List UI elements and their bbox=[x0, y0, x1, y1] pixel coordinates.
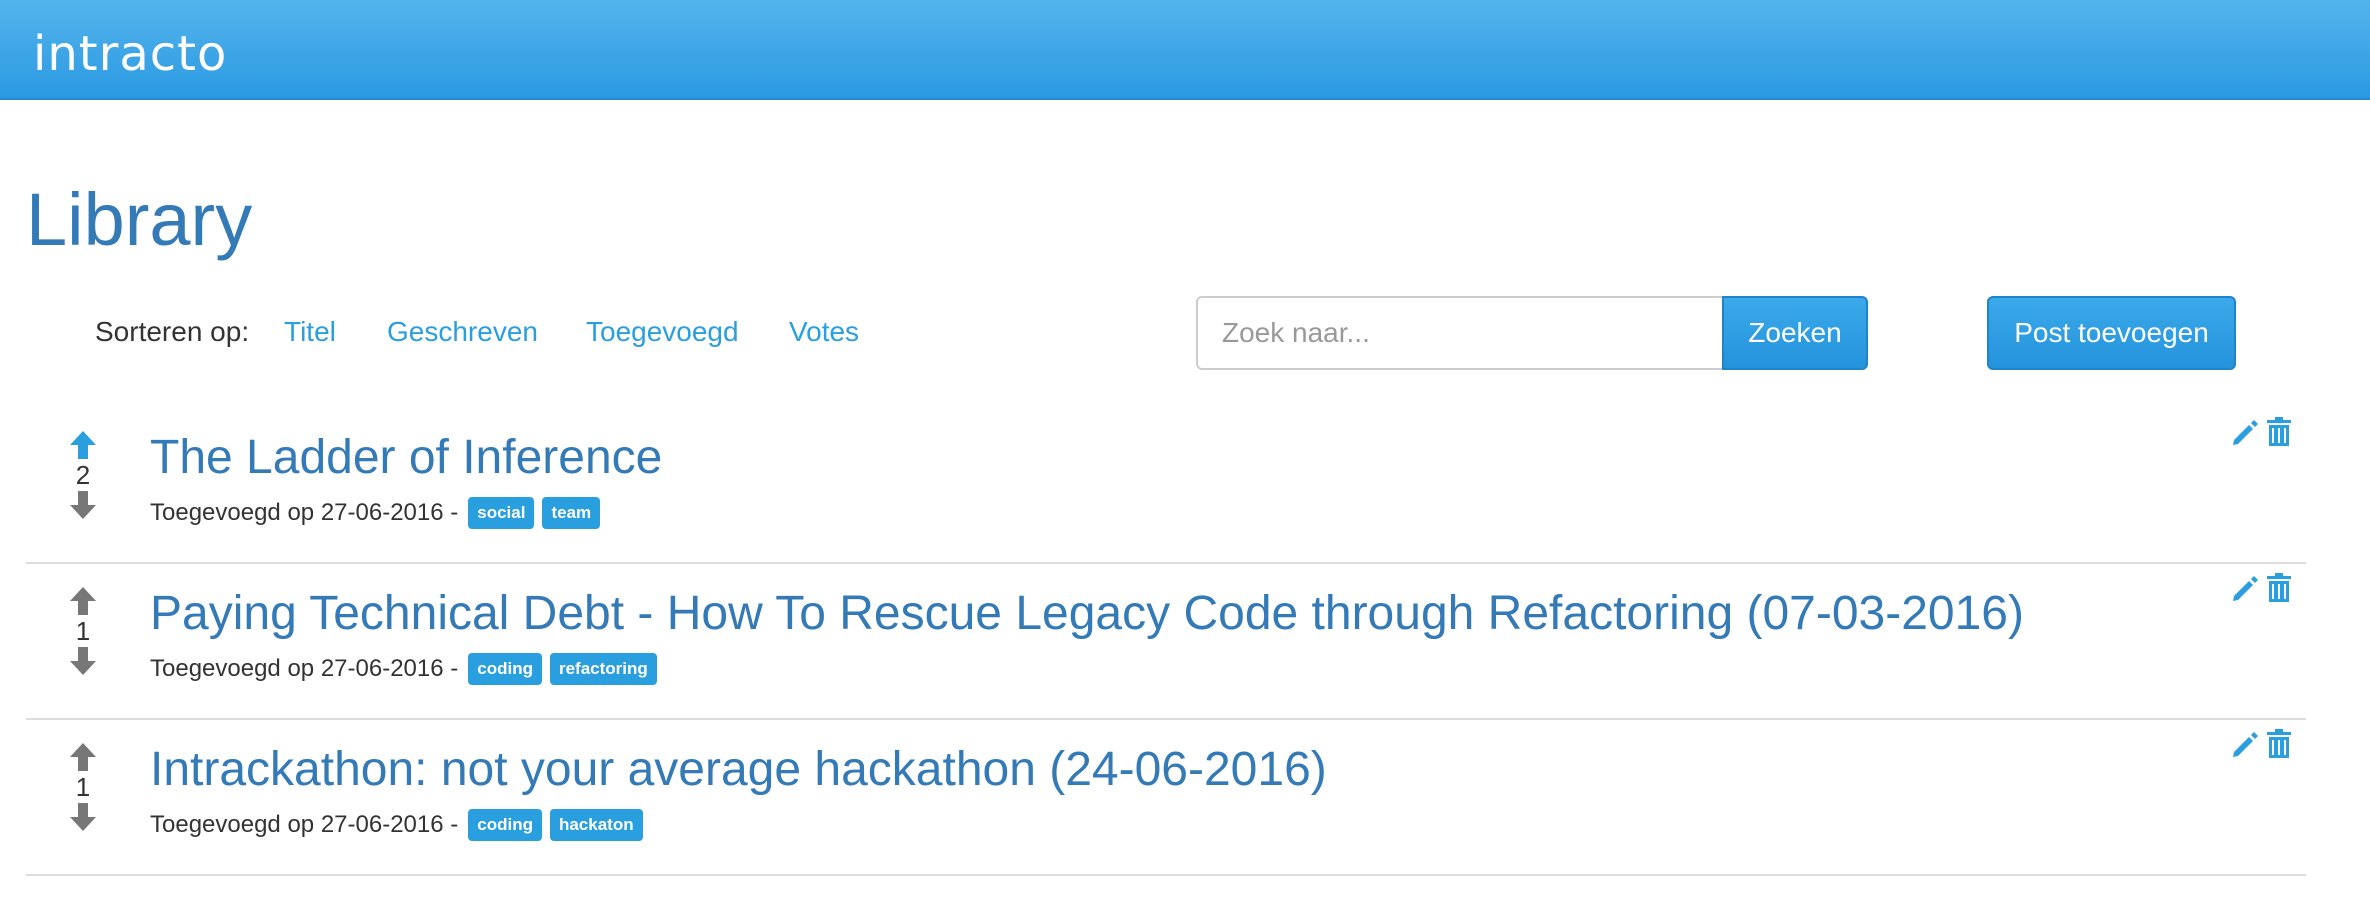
vote-count: 2 bbox=[75, 460, 91, 490]
post-date: Toegevoegd op 27-06-2016 - bbox=[150, 655, 459, 682]
post-title[interactable]: Paying Technical Debt - How To Rescue Le… bbox=[150, 584, 2024, 644]
post-item: 1 Intrackathon: not your average hackath… bbox=[26, 720, 2306, 876]
tag-hackaton[interactable]: hackaton bbox=[549, 809, 643, 841]
sort-link-toegevoegd[interactable]: Toegevoegd bbox=[586, 314, 739, 350]
edit-pencil-icon[interactable] bbox=[2230, 418, 2260, 448]
sort-link-votes[interactable]: Votes bbox=[789, 314, 859, 350]
add-post-button[interactable]: Post toevoegen bbox=[1987, 296, 2236, 370]
post-title[interactable]: The Ladder of Inference bbox=[150, 428, 662, 488]
post-meta: Toegevoegd op 27-06-2016 - coding refact… bbox=[150, 652, 657, 686]
search-input[interactable] bbox=[1196, 296, 1724, 370]
tag-coding[interactable]: coding bbox=[468, 809, 542, 841]
post-title[interactable]: Intrackathon: not your average hackathon… bbox=[150, 740, 1327, 800]
post-meta: Toegevoegd op 27-06-2016 - social team bbox=[150, 496, 601, 530]
post-item: 2 The Ladder of Inference Toegevoegd op … bbox=[26, 408, 2306, 564]
post-item: 1 Paying Technical Debt - How To Rescue … bbox=[26, 564, 2306, 720]
sort-label: Sorteren op: bbox=[95, 316, 250, 347]
upvote-arrow-icon[interactable] bbox=[66, 428, 100, 462]
post-date: Toegevoegd op 27-06-2016 - bbox=[150, 811, 459, 838]
post-meta: Toegevoegd op 27-06-2016 - coding hackat… bbox=[150, 808, 643, 842]
downvote-arrow-icon[interactable] bbox=[66, 644, 100, 678]
tag-refactoring[interactable]: refactoring bbox=[549, 653, 657, 685]
upvote-arrow-icon[interactable] bbox=[66, 740, 100, 774]
tag-coding[interactable]: coding bbox=[468, 653, 542, 685]
page-title: Library bbox=[26, 178, 253, 261]
delete-trash-icon[interactable] bbox=[2266, 416, 2292, 448]
top-navbar: intracto bbox=[0, 0, 2370, 100]
post-date: Toegevoegd op 27-06-2016 - bbox=[150, 499, 459, 526]
downvote-arrow-icon[interactable] bbox=[66, 488, 100, 522]
vote-count: 1 bbox=[75, 616, 91, 646]
delete-trash-icon[interactable] bbox=[2266, 728, 2292, 760]
tag-team[interactable]: team bbox=[542, 497, 601, 529]
edit-pencil-icon[interactable] bbox=[2230, 574, 2260, 604]
vote-column: 2 bbox=[62, 408, 104, 564]
vote-count: 1 bbox=[75, 772, 91, 802]
sort-link-geschreven[interactable]: Geschreven bbox=[387, 314, 538, 350]
sort-link-titel[interactable]: Titel bbox=[284, 314, 336, 350]
vote-column: 1 bbox=[62, 720, 104, 876]
tag-social[interactable]: social bbox=[468, 497, 535, 529]
edit-pencil-icon[interactable] bbox=[2230, 730, 2260, 760]
upvote-arrow-icon[interactable] bbox=[66, 584, 100, 618]
brand-logo[interactable]: intracto bbox=[33, 24, 227, 84]
delete-trash-icon[interactable] bbox=[2266, 572, 2292, 604]
search-button[interactable]: Zoeken bbox=[1722, 296, 1868, 370]
downvote-arrow-icon[interactable] bbox=[66, 800, 100, 834]
vote-column: 1 bbox=[62, 564, 104, 720]
